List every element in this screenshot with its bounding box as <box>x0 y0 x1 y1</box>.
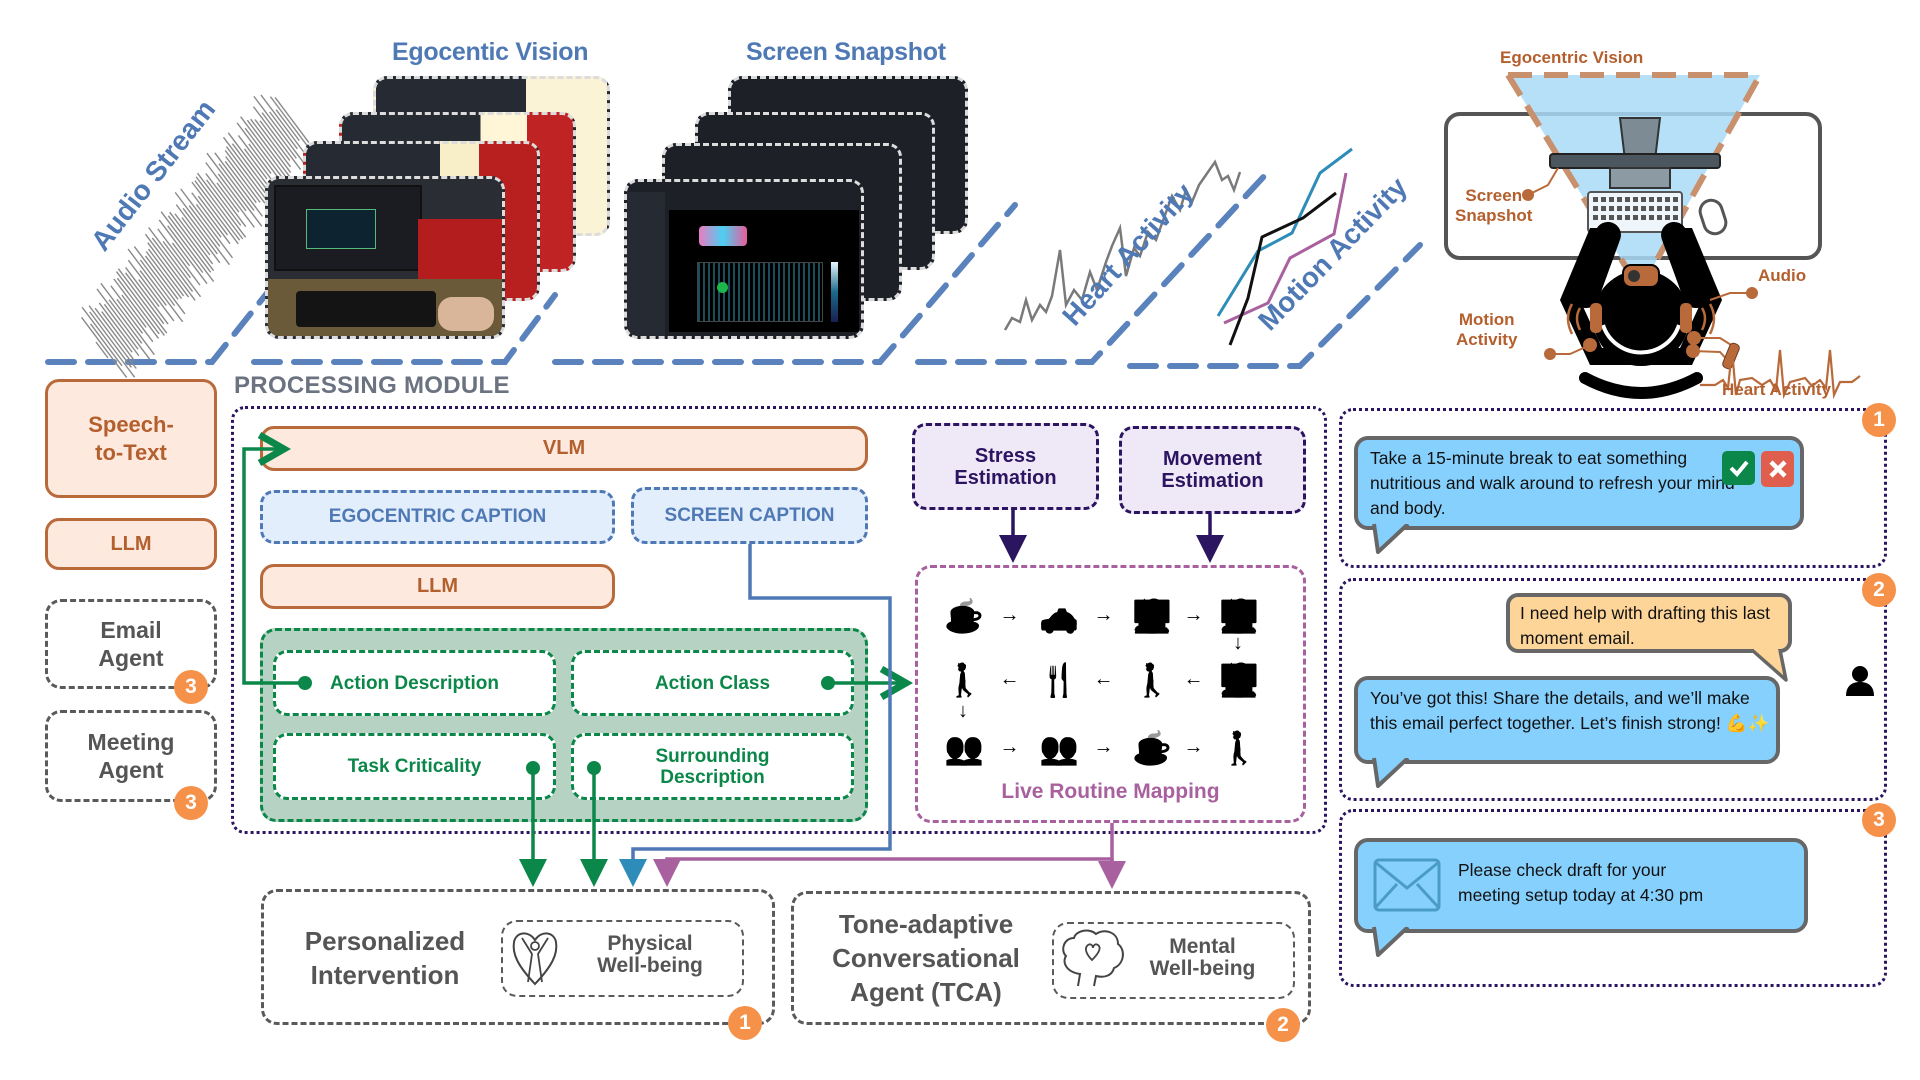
agent-reply-bubble: You’ve got this! Share the details, and … <box>1354 676 1780 764</box>
meeting-bubble-tail <box>1372 921 1410 957</box>
intervention-message: Take a 15-minute break to eat something … <box>1370 448 1735 518</box>
physical-wellbeing-icon <box>512 932 558 986</box>
personalized-line2: Intervention <box>310 960 460 990</box>
envelope-icon <box>1373 858 1441 912</box>
meeting-reminder-line1: Please check draft for your <box>1458 860 1667 880</box>
user-message-text: I need help with drafting this last mome… <box>1520 603 1771 648</box>
feedback-arrow <box>242 449 305 685</box>
agent-reply-text: You’ve got this! Share the details, and … <box>1370 688 1770 733</box>
meeting-reminder-line2: meeting setup today at 4:30 pm <box>1458 885 1704 905</box>
close-icon <box>1768 460 1787 478</box>
intervention-bubble-tail <box>1372 518 1410 554</box>
physical-wellbeing-label: Physical Well-being <box>575 933 725 977</box>
tca-line2: Conversational <box>832 943 1020 973</box>
meeting-reminder-bubble: Please check draft for your meeting setu… <box>1354 838 1808 933</box>
mental-line2: Well-being <box>1149 957 1256 980</box>
personalized-line1: Personalized <box>304 926 466 956</box>
physical-line2: Well-being <box>597 954 703 977</box>
user-avatar-icon <box>1846 666 1874 696</box>
agent-bubble-tail <box>1372 752 1410 788</box>
physical-line1: Physical <box>607 932 693 955</box>
checkmark-icon <box>1729 460 1749 477</box>
meeting-reminder-text: Please check draft for your meeting setu… <box>1458 858 1703 908</box>
tca-title: Tone-adaptive Conversational Agent (TCA) <box>808 907 1044 1009</box>
reject-button[interactable] <box>1761 451 1794 487</box>
mental-wellbeing-label: Mental Well-being <box>1125 936 1280 980</box>
personalized-intervention-title: Personalized Intervention <box>280 924 490 992</box>
tca-line1: Tone-adaptive <box>838 909 1014 939</box>
tca-badge: 2 <box>1266 1008 1300 1042</box>
example-panel-2-badge: 2 <box>1862 573 1896 607</box>
tca-line3: Agent (TCA) <box>850 977 1002 1007</box>
mental-line1: Mental <box>1169 935 1236 958</box>
user-message-bubble: I need help with drafting this last mome… <box>1506 593 1792 653</box>
accept-button[interactable] <box>1722 451 1755 485</box>
example-panel-3-badge: 3 <box>1862 803 1896 837</box>
example-panel-1-badge: 1 <box>1862 403 1896 437</box>
mental-wellbeing-icon <box>1062 929 1124 987</box>
personalized-badge: 1 <box>728 1006 762 1040</box>
